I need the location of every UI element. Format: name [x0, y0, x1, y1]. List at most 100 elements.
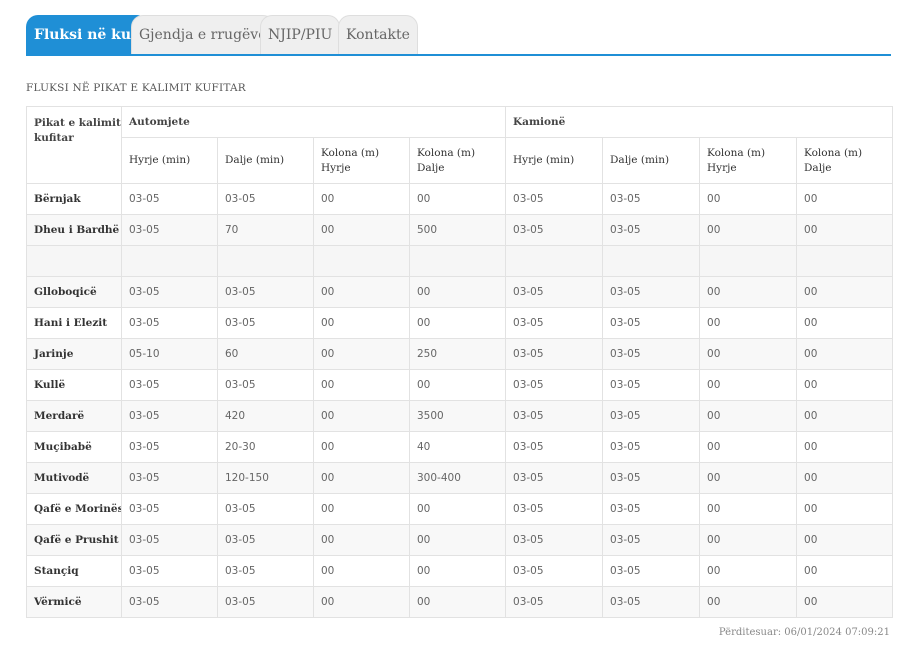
table-cell: 00: [313, 400, 410, 432]
table-cell: 03-05: [505, 276, 604, 308]
table-cell: 03-05: [121, 586, 218, 618]
table-cell: 00: [699, 338, 798, 370]
table-row: Mutivodë 03-05 120-150 00 300-400 03-05 03-05 0…: [26, 462, 894, 494]
tab-gjendja-e-rrugeve[interactable]: Gjendja e rrugëve: [131, 15, 275, 54]
table-row: Glloboqicë 03-05 03-05 00 00 03-05 03-05 00 00: [26, 276, 894, 308]
table-row: Dheu i Bardhë 03-05 70 00 500 03-05 03-05 00 00: [26, 214, 894, 246]
table-row: Qafë e Morinës 03-05 03-05 00 00 03-05 03-05 00…: [26, 493, 894, 525]
table-cell: 00: [796, 276, 894, 308]
table-cell: 03-05: [217, 524, 314, 556]
header-row-groups: Pikat e kalimit kufitar Automjete Kamion…: [26, 106, 894, 184]
table-cell: 03-05: [121, 431, 218, 463]
column-header: Dalje (min): [602, 137, 701, 184]
table-cell: 3500: [408, 400, 507, 432]
table-cell: 00: [796, 555, 894, 587]
table-cell: 03-05: [602, 586, 701, 618]
crossing-point-name: Mutivodë: [26, 462, 122, 494]
table-body: Bërnjak 03-05 03-05 00 00 03-05 03-05 00 00 Dheu …: [26, 183, 894, 618]
table-cell: 00: [796, 183, 894, 215]
table-cell: 03-05: [505, 555, 604, 587]
table-cell: 00: [796, 493, 894, 525]
table-cell: 00: [313, 524, 410, 556]
table-cell: 03-05: [217, 586, 314, 618]
table-cell: 03-05: [217, 307, 314, 339]
table-cell: [796, 245, 894, 277]
table-cell: 03-05: [217, 555, 314, 587]
table-cell: 03-05: [121, 183, 218, 215]
table-cell: 00: [699, 214, 798, 246]
tab-njip-piu[interactable]: NJIP/PIU: [260, 15, 341, 54]
table-cell: 03-05: [505, 493, 604, 525]
table-cell: 03-05: [602, 555, 701, 587]
table-cell: 03-05: [602, 307, 701, 339]
column-group-kamione: Kamionë: [505, 106, 894, 138]
table-cell: 03-05: [505, 431, 604, 463]
table-cell: 00: [408, 524, 507, 556]
table-cell: 00: [408, 586, 507, 618]
table-cell: 03-05: [121, 214, 218, 246]
table-cell: 03-05: [121, 307, 218, 339]
table-cell: 00: [699, 307, 798, 339]
table-cell: 03-05: [121, 555, 218, 587]
table-cell: 500: [408, 214, 507, 246]
table-cell: 00: [408, 493, 507, 525]
table-cell: 03-05: [505, 462, 604, 494]
table-cell: 00: [313, 369, 410, 401]
table-row: Merdarë 03-05 420 00 3500 03-05 03-05 00 00: [26, 400, 894, 432]
table-cell: [505, 245, 604, 277]
crossing-point-name: Muçibabë: [26, 431, 122, 463]
table-cell: 03-05: [505, 524, 604, 556]
table-cell: 03-05: [505, 214, 604, 246]
table-cell: 03-05: [505, 369, 604, 401]
table-cell: 03-05: [121, 524, 218, 556]
table-cell: 20-30: [217, 431, 314, 463]
column-group-automjete: Automjete: [120, 106, 507, 138]
table-cell: [602, 245, 701, 277]
table-cell: 40: [408, 431, 507, 463]
table-cell: 03-05: [505, 338, 604, 370]
table-cell: 00: [796, 214, 894, 246]
table-cell: [217, 245, 314, 277]
table-cell: 00: [408, 183, 507, 215]
table-cell: 03-05: [602, 400, 701, 432]
column-header: Kolona (m) Dalje: [408, 137, 507, 184]
table-cell: 00: [796, 369, 894, 401]
table-cell: 120-150: [217, 462, 314, 494]
tab-kontakte[interactable]: Kontakte: [338, 15, 418, 54]
crossing-point-name: Hani i Elezit: [26, 307, 122, 339]
table-row: [26, 245, 894, 277]
table-row: Qafë e Prushit 03-05 03-05 00 00 03-05 03-05 00…: [26, 524, 894, 556]
table-cell: 00: [313, 431, 410, 463]
table-cell: 00: [313, 214, 410, 246]
table-cell: [313, 245, 410, 277]
crossing-point-name: Bërnjak: [26, 183, 122, 215]
table-cell: 00: [313, 183, 410, 215]
crossing-point-name: Qafë e Morinës: [26, 493, 122, 525]
table-cell: 00: [796, 524, 894, 556]
table-cell: 00: [699, 555, 798, 587]
column-header: Hyrje (min): [121, 137, 218, 184]
table-cell: 00: [796, 431, 894, 463]
tab-bar: Fluksi në kufi Gjendja e rrugëve NJIP/PI…: [26, 14, 891, 56]
column-header: Hyrje (min): [505, 137, 604, 184]
table-cell: 00: [699, 431, 798, 463]
column-header: Kolona (m) Hyrje: [699, 137, 798, 184]
table-cell: 03-05: [505, 586, 604, 618]
crossing-point-name: Merdarë: [26, 400, 122, 432]
table-cell: 250: [408, 338, 507, 370]
crossing-point-name: Dheu i Bardhë: [26, 214, 122, 246]
column-header: Kolona (m) Hyrje: [313, 137, 410, 184]
table-cell: 00: [699, 183, 798, 215]
table-cell: 03-05: [602, 524, 701, 556]
column-header: Dalje (min): [217, 137, 314, 184]
table-cell: 00: [796, 586, 894, 618]
crossing-point-name: Glloboqicë: [26, 276, 122, 308]
table-cell: 03-05: [505, 307, 604, 339]
table-cell: 03-05: [121, 493, 218, 525]
table-cell: 03-05: [121, 369, 218, 401]
table-cell: 60: [217, 338, 314, 370]
table-row: Kullë 03-05 03-05 00 00 03-05 03-05 00 00: [26, 369, 894, 401]
table-cell: 420: [217, 400, 314, 432]
table-cell: 03-05: [602, 338, 701, 370]
table-cell: 03-05: [217, 183, 314, 215]
